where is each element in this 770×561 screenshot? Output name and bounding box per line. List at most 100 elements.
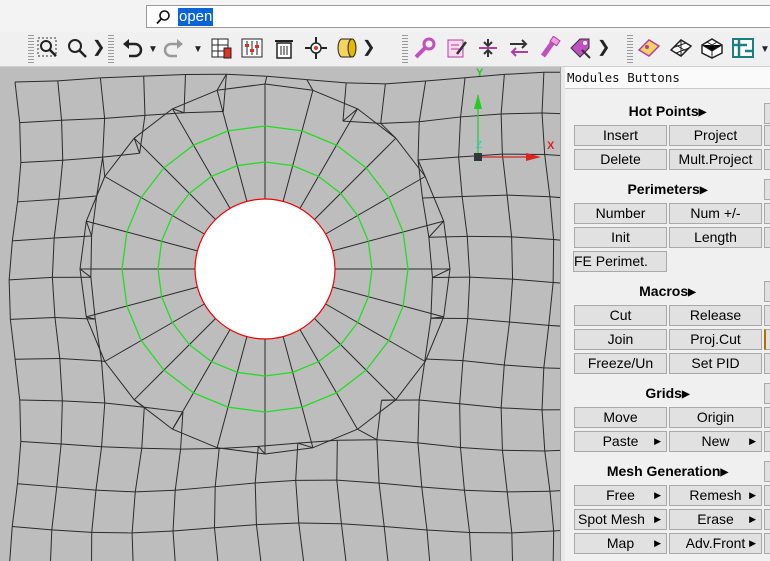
solid-mesh-icon[interactable]	[700, 36, 724, 60]
proj-cut-button[interactable]: Proj.Cut	[669, 329, 762, 350]
search-input[interactable]: open	[146, 5, 770, 28]
mesh-edge	[378, 483, 385, 527]
project-button[interactable]: Project	[669, 125, 762, 146]
remesh-button[interactable]: Remesh ▶	[669, 485, 762, 506]
toolbar-more-chevron-icon[interactable]: ❯	[597, 39, 610, 57]
number-button[interactable]: Number	[574, 203, 667, 224]
cylinder-icon[interactable]	[334, 36, 358, 60]
grid-settings-icon[interactable]	[209, 36, 233, 60]
num-plus-minus-button[interactable]: Num +/-	[669, 203, 762, 224]
move-icon[interactable]	[304, 36, 328, 60]
undo-dropdown-icon[interactable]: ▼	[148, 41, 158, 59]
mesh-edge	[421, 486, 465, 491]
mesh-edge	[184, 111, 224, 114]
clipped-button[interactable]	[764, 103, 770, 124]
sliders-icon[interactable]	[240, 36, 264, 60]
mesh-edge	[462, 318, 469, 361]
clipped-button[interactable]	[764, 227, 770, 248]
adv-front-button[interactable]: Adv.Front ▶	[669, 533, 762, 554]
spot-mesh-button[interactable]: Spot Mesh ▶	[574, 509, 667, 530]
mesh-edge	[9, 526, 13, 561]
clipped-button[interactable]	[764, 407, 770, 428]
new-button[interactable]: New ▶	[669, 431, 762, 452]
mesh-edge	[544, 449, 560, 452]
delete-button[interactable]: Delete	[574, 149, 667, 170]
mesh-edge	[544, 154, 560, 156]
mesh-edge	[297, 439, 338, 444]
paste-button[interactable]: Paste ▶	[574, 431, 667, 452]
mesh-edge	[312, 89, 358, 110]
clipped-button[interactable]	[764, 329, 770, 350]
clipped-button[interactable]	[764, 179, 770, 200]
clipped-button[interactable]	[764, 383, 770, 404]
mesh-edge	[509, 321, 549, 326]
origin-button[interactable]: Origin	[669, 407, 762, 428]
mesh-edge	[428, 235, 468, 238]
redo-icon[interactable]	[161, 36, 185, 60]
release-button[interactable]: Release	[669, 305, 762, 326]
clipped-button[interactable]	[764, 203, 770, 224]
toolbar-more-chevron-icon[interactable]: ❯	[362, 39, 375, 57]
swap-icon[interactable]	[507, 36, 531, 60]
surface-icon[interactable]	[637, 36, 661, 60]
clipped-button[interactable]	[764, 533, 770, 554]
graphics-viewport[interactable]: Y X Z	[0, 67, 560, 561]
outer-green-ring	[121, 231, 128, 270]
length-button[interactable]: Length	[669, 227, 762, 248]
clipped-button[interactable]	[764, 461, 770, 482]
spot-mesh-button-label: Spot Mesh	[578, 511, 645, 527]
tag-icon[interactable]	[568, 36, 592, 60]
mesh-edge	[500, 113, 503, 155]
section-mesh-generation[interactable]: Mesh Generation▶	[565, 462, 770, 480]
mesh-edge	[380, 121, 420, 124]
submenu-arrow-icon: ▶	[749, 514, 756, 524]
redo-dropdown-icon[interactable]: ▼	[193, 41, 203, 59]
section-grids[interactable]: Grids▶	[565, 384, 770, 402]
clipped-button[interactable]	[764, 485, 770, 506]
free-button[interactable]: Free ▶	[574, 485, 667, 506]
section-hot-points[interactable]: Hot Points▶	[565, 102, 770, 120]
set-pid-button[interactable]: Set PID	[669, 353, 762, 374]
mesh-edge	[10, 316, 55, 320]
brush-icon[interactable]	[537, 35, 561, 60]
erase-button[interactable]: Erase ▶	[669, 509, 762, 530]
mesh-edge	[424, 318, 432, 360]
insert-button[interactable]: Insert	[574, 125, 667, 146]
mesh-edge	[336, 479, 380, 484]
structure-icon[interactable]	[731, 36, 755, 60]
zoom-window-icon[interactable]	[36, 36, 60, 60]
clipped-button[interactable]	[764, 353, 770, 374]
move-button[interactable]: Move	[574, 407, 667, 428]
split-icon[interactable]	[476, 36, 500, 60]
mesh-edge	[95, 489, 136, 493]
clipped-button[interactable]	[764, 431, 770, 452]
clipped-button[interactable]	[764, 149, 770, 170]
mesh-edge	[86, 305, 128, 318]
toolbar-overflow-icon[interactable]: ▼	[760, 41, 770, 59]
zoom-icon[interactable]	[65, 36, 89, 60]
freeze-unfreeze-button[interactable]: Freeze/Un	[574, 353, 667, 374]
clipped-button[interactable]	[764, 305, 770, 326]
join-button[interactable]: Join	[574, 329, 667, 350]
fe-perimeter-button[interactable]: FE Perimet.	[573, 251, 667, 272]
mesh-edge	[419, 399, 460, 405]
mult-project-button[interactable]: Mult.Project	[669, 149, 762, 170]
toolbar-grip[interactable]	[28, 35, 34, 63]
delete-icon[interactable]	[272, 36, 296, 60]
cut-button[interactable]: Cut	[574, 305, 667, 326]
mesh-edge	[85, 220, 93, 237]
clipped-button[interactable]	[764, 281, 770, 302]
search-value[interactable]: open	[178, 8, 214, 26]
map-button[interactable]: Map ▶	[574, 533, 667, 554]
init-button[interactable]: Init	[574, 227, 667, 248]
clipped-button[interactable]	[764, 509, 770, 530]
section-perimeters[interactable]: Perimeters▶	[565, 180, 770, 198]
mesh-edge	[101, 446, 142, 449]
mesh-icon[interactable]	[669, 36, 693, 60]
section-macros[interactable]: Macros▶	[565, 282, 770, 300]
undo-icon[interactable]	[121, 36, 145, 60]
toolbar-more-chevron-icon[interactable]: ❯	[92, 39, 105, 57]
wrench-icon[interactable]	[413, 36, 437, 60]
edit-icon[interactable]	[445, 36, 469, 60]
clipped-button[interactable]	[764, 125, 770, 146]
